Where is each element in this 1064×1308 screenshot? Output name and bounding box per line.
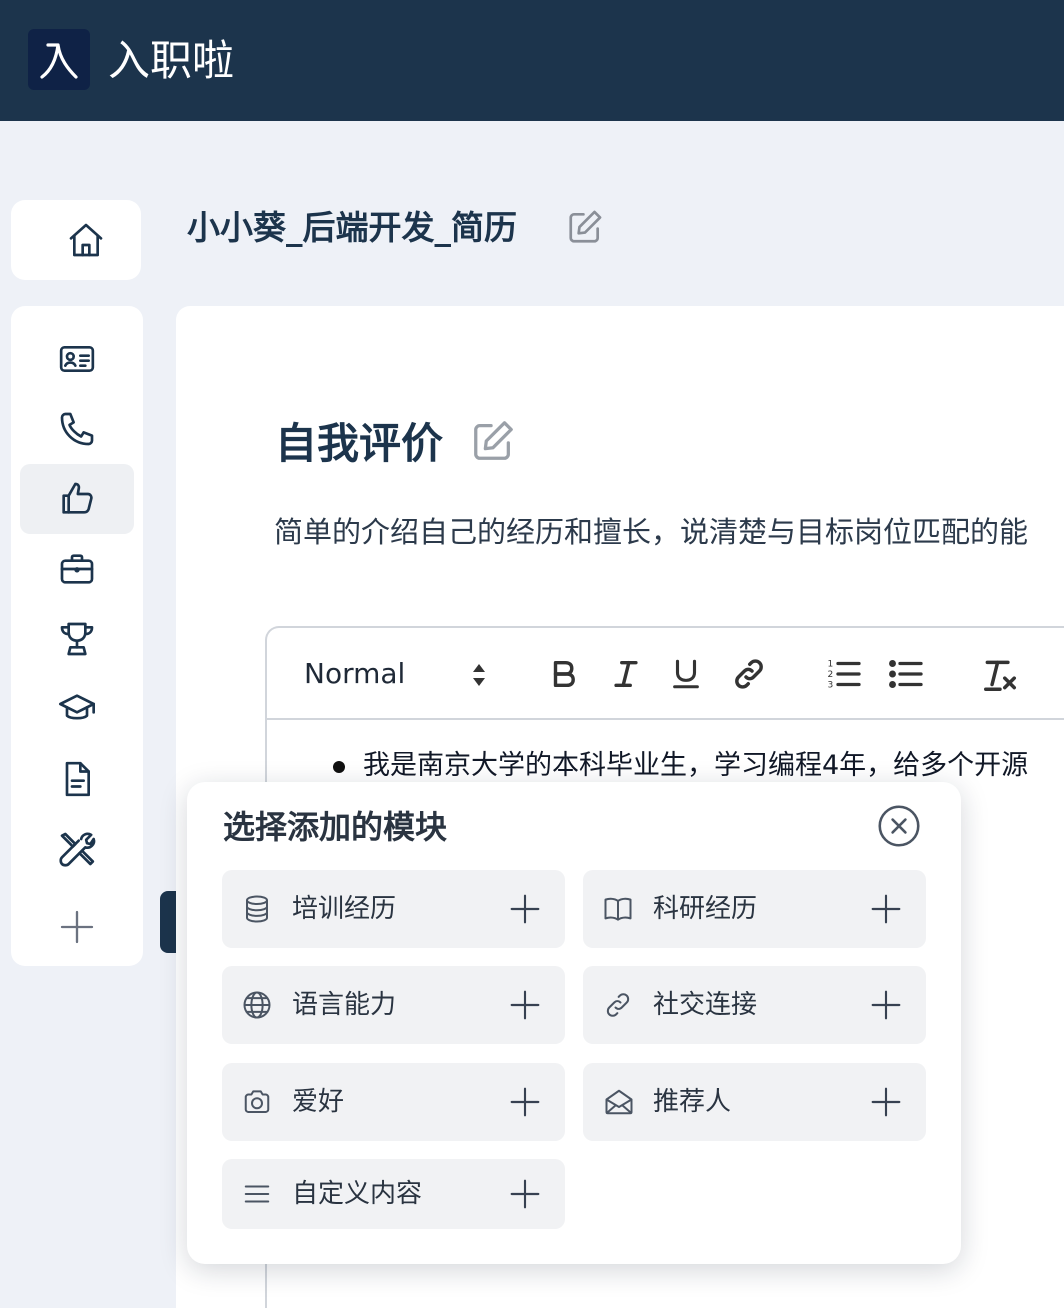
module-label: 自定义内容 bbox=[292, 1179, 423, 1209]
module-label: 培训经历 bbox=[292, 894, 397, 924]
trophy-icon bbox=[60, 622, 94, 656]
ordered-list-icon[interactable]: 1 2 3 bbox=[825, 656, 863, 692]
format-select[interactable]: Normal bbox=[304, 656, 405, 692]
resume-title: 小小葵_后端开发_简历 bbox=[187, 208, 517, 247]
select-arrows-icon bbox=[473, 664, 485, 686]
clear-format-icon[interactable] bbox=[981, 656, 1019, 694]
id-card-icon bbox=[59, 346, 95, 372]
editor-toolbar: Normal 1 2 3 bbox=[267, 628, 1064, 720]
module-custom-content-button[interactable]: 自定义内容 bbox=[222, 1159, 565, 1229]
plus-icon bbox=[871, 1087, 901, 1117]
sidebar-item-education[interactable] bbox=[20, 674, 134, 744]
pencil-edit-icon bbox=[569, 210, 602, 243]
sidebar-add-module-button[interactable] bbox=[20, 892, 134, 962]
bullet-list-icon[interactable] bbox=[887, 656, 925, 692]
menu-lines-icon bbox=[244, 1185, 270, 1203]
plus-icon bbox=[510, 894, 540, 924]
briefcase-icon bbox=[60, 554, 94, 584]
add-module-popup: 选择添加的模块 培训经历 科研经历 语言能力 社交连接 爱好 推荐人 自定义内容 bbox=[187, 782, 961, 1264]
bullet-text: 我是南京大学的本科毕业生，学习编程4年，给多个开源 bbox=[363, 750, 1029, 781]
module-social-links-button[interactable]: 社交连接 bbox=[583, 966, 926, 1044]
svg-text:2: 2 bbox=[828, 670, 834, 680]
envelope-open-icon bbox=[605, 1089, 633, 1115]
plus-icon bbox=[60, 910, 94, 944]
close-popup-button[interactable] bbox=[877, 804, 921, 848]
book-open-icon bbox=[604, 897, 632, 921]
bullet-text-line[interactable]: 我是南京大学的本科毕业生，学习编程4年，给多个开源 bbox=[332, 746, 1029, 786]
sidebar-item-awards[interactable] bbox=[20, 604, 134, 674]
sidebar-item-self-evaluation[interactable] bbox=[20, 464, 134, 534]
close-icon bbox=[878, 805, 920, 847]
plus-icon bbox=[510, 1179, 540, 1209]
edit-title-button[interactable] bbox=[566, 208, 604, 246]
database-icon bbox=[246, 895, 268, 923]
app-name: 入职啦 bbox=[108, 36, 235, 85]
link-icon[interactable] bbox=[731, 656, 767, 692]
plus-icon bbox=[510, 990, 540, 1020]
sidebar-item-projects[interactable] bbox=[20, 744, 134, 814]
thumbs-up-icon bbox=[62, 482, 93, 514]
module-research-button[interactable]: 科研经历 bbox=[583, 870, 926, 948]
logo-glyph-icon bbox=[40, 43, 78, 79]
svg-text:1: 1 bbox=[828, 660, 834, 670]
graduation-cap-icon bbox=[59, 694, 95, 720]
app-logo[interactable] bbox=[28, 29, 90, 90]
module-label: 推荐人 bbox=[653, 1087, 732, 1117]
document-icon bbox=[65, 761, 90, 797]
module-label: 爱好 bbox=[292, 1087, 345, 1117]
sidebar-nav bbox=[11, 306, 143, 966]
pencil-edit-icon bbox=[474, 421, 513, 460]
plus-icon bbox=[871, 894, 901, 924]
italic-icon[interactable] bbox=[609, 656, 643, 692]
module-label: 社交连接 bbox=[653, 990, 758, 1020]
sidebar-item-basic-info[interactable] bbox=[20, 324, 134, 394]
top-bar: 入职啦 bbox=[0, 0, 1064, 121]
edit-section-title-button[interactable] bbox=[470, 418, 516, 464]
module-hobbies-button[interactable]: 爱好 bbox=[222, 1063, 565, 1141]
module-label: 科研经历 bbox=[653, 894, 758, 924]
module-references-button[interactable]: 推荐人 bbox=[583, 1063, 926, 1141]
home-icon bbox=[69, 223, 103, 257]
module-training-button[interactable]: 培训经历 bbox=[222, 870, 565, 948]
plus-icon bbox=[510, 1087, 540, 1117]
section-description: 简单的介绍自己的经历和擅长，说清楚与目标岗位匹配的能 bbox=[274, 515, 1029, 549]
popup-title: 选择添加的模块 bbox=[223, 808, 448, 846]
plus-icon bbox=[871, 990, 901, 1020]
format-select-value: Normal bbox=[304, 657, 406, 690]
sidebar-item-skills[interactable] bbox=[20, 814, 134, 884]
globe-icon bbox=[243, 991, 271, 1019]
phone-icon bbox=[60, 412, 94, 446]
sidebar-item-work-experience[interactable] bbox=[20, 534, 134, 604]
module-label: 语言能力 bbox=[292, 990, 397, 1020]
bold-icon[interactable] bbox=[547, 656, 581, 692]
tools-icon bbox=[59, 832, 96, 867]
section-title: 自我评价 bbox=[275, 419, 444, 468]
svg-text:3: 3 bbox=[828, 681, 834, 691]
home-button[interactable] bbox=[11, 200, 141, 280]
module-language-button[interactable]: 语言能力 bbox=[222, 966, 565, 1044]
link-icon bbox=[606, 993, 630, 1017]
sidebar-item-contact[interactable] bbox=[20, 394, 134, 464]
underline-icon[interactable] bbox=[669, 656, 703, 692]
camera-icon bbox=[244, 1090, 270, 1113]
